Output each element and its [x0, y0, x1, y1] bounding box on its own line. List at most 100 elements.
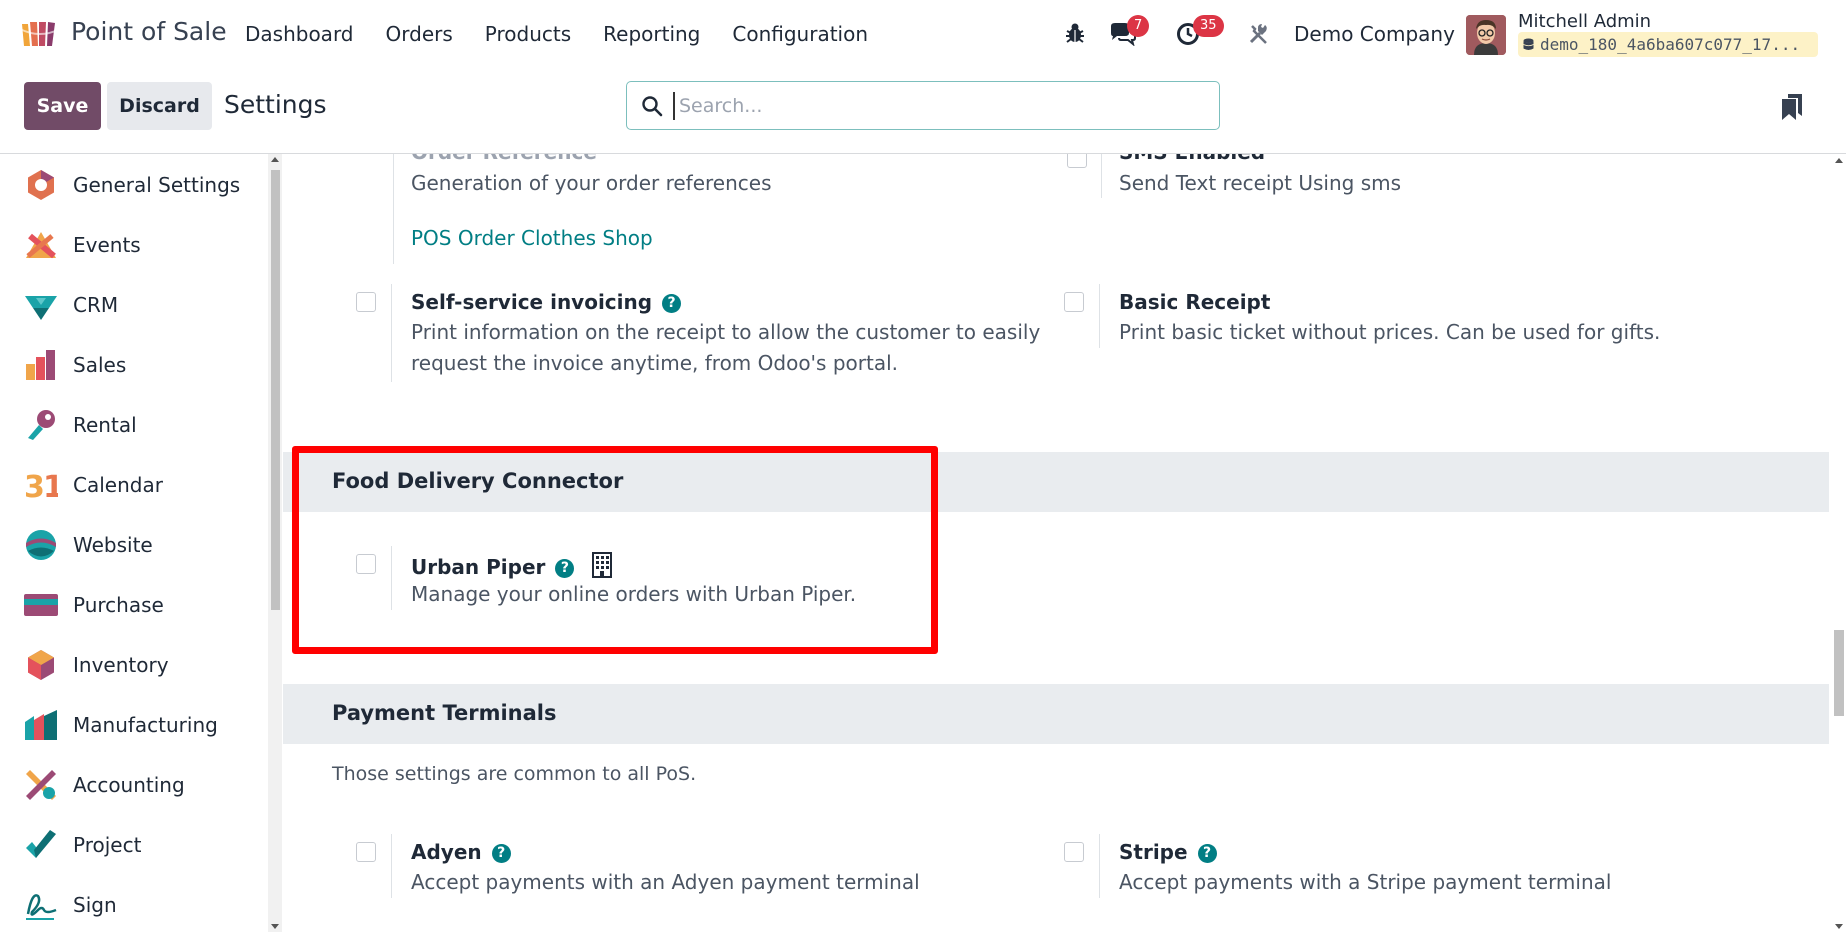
sidebar-item-label: Accounting [73, 773, 185, 797]
purchase-icon [24, 594, 58, 616]
help-icon[interactable]: ? [491, 844, 511, 863]
save-button[interactable]: Save [24, 82, 101, 130]
basic-receipt-title: Basic Receipt [1119, 290, 1271, 314]
discard-button[interactable]: Discard [107, 82, 212, 130]
sidebar-item-crm[interactable]: CRM [0, 275, 268, 335]
menu-orders[interactable]: Orders [386, 22, 453, 46]
sidebar-item-general-settings[interactable]: General Settings [0, 155, 268, 215]
sidebar-item-inventory[interactable]: Inventory [0, 635, 268, 695]
stripe-checkbox[interactable] [1064, 842, 1084, 862]
bookmark-icon[interactable] [1782, 94, 1802, 120]
search-icon [642, 96, 663, 117]
content-scrollbar[interactable] [1832, 154, 1846, 932]
settings-sidebar: General Settings Events CRM Sales Rental… [0, 154, 282, 932]
sms-enabled-checkbox[interactable] [1067, 154, 1087, 168]
events-icon [26, 232, 56, 259]
self-service-invoicing-label: Self-service invoicing [411, 290, 653, 314]
sidebar-item-label: Inventory [73, 653, 169, 677]
crm-icon [25, 296, 57, 320]
urban-piper-checkbox[interactable] [356, 554, 376, 574]
adyen-checkbox[interactable] [356, 842, 376, 862]
help-icon[interactable]: ? [1197, 844, 1217, 863]
app-menu-icon[interactable] [20, 20, 60, 48]
sidebar-item-label: Calendar [73, 473, 163, 497]
project-icon [26, 830, 56, 858]
urban-piper-desc: Manage your online orders with Urban Pip… [411, 582, 857, 606]
website-icon [26, 530, 56, 560]
messages-count-badge: 7 [1127, 15, 1150, 37]
sidebar-item-label: General Settings [73, 173, 241, 197]
calendar-icon: 3 1 [24, 470, 58, 502]
sidebar-item-accounting[interactable]: Accounting [0, 755, 268, 815]
debug-bug-icon[interactable] [1064, 22, 1086, 44]
sidebar-item-label: Events [73, 233, 141, 257]
search-input[interactable] [673, 92, 1203, 120]
general-settings-icon [28, 170, 54, 200]
pos-order-clothes-shop-link[interactable]: POS Order Clothes Shop [411, 226, 653, 250]
adyen-desc: Accept payments with an Adyen payment te… [411, 870, 920, 894]
setting-divider [1099, 834, 1100, 898]
food-delivery-section-header: Food Delivery Connector [283, 452, 1829, 512]
sidebar-scrollbar-thumb[interactable] [271, 170, 280, 610]
top-navbar: Point of Sale Dashboard Orders Products … [0, 0, 1846, 68]
basic-receipt-desc: Print basic ticket without prices. Can b… [1119, 320, 1661, 344]
sidebar-item-purchase[interactable]: Purchase [0, 575, 268, 635]
content-scroll-down-arrow[interactable] [1835, 924, 1843, 929]
sidebar-item-label: Manufacturing [73, 713, 218, 737]
user-name[interactable]: Mitchell Admin [1518, 11, 1651, 32]
tools-icon[interactable] [1248, 23, 1270, 45]
setting-divider [391, 546, 392, 610]
sidebar-item-sign[interactable]: Sign [0, 875, 268, 932]
sidebar-item-rental[interactable]: Rental [0, 395, 268, 455]
user-avatar[interactable] [1466, 15, 1506, 55]
inventory-icon [28, 650, 54, 680]
sidebar-item-website[interactable]: Website [0, 515, 268, 575]
menu-products[interactable]: Products [485, 22, 571, 46]
food-delivery-section-title: Food Delivery Connector [332, 469, 624, 493]
stripe-desc: Accept payments with a Stripe payment te… [1119, 870, 1612, 894]
sidebar-item-events[interactable]: Events [0, 215, 268, 275]
menu-dashboard[interactable]: Dashboard [245, 22, 354, 46]
content-scrollbar-thumb[interactable] [1834, 630, 1844, 716]
database-icon [1523, 38, 1534, 50]
setting-divider [391, 834, 392, 898]
main-menu: Dashboard Orders Products Reporting Conf… [245, 22, 900, 46]
menu-reporting[interactable]: Reporting [603, 22, 700, 46]
manufacturing-icon [25, 710, 57, 740]
payment-terminals-section-title: Payment Terminals [332, 701, 557, 725]
adyen-label: Adyen [411, 840, 482, 864]
self-service-invoicing-checkbox[interactable] [356, 292, 376, 312]
app-name[interactable]: Point of Sale [71, 17, 227, 46]
content-scroll-up-arrow[interactable] [1835, 158, 1843, 163]
setting-divider [1099, 284, 1100, 348]
adyen-title: Adyen? [411, 840, 511, 864]
sidebar-item-label: CRM [73, 293, 119, 317]
sidebar-item-label: Rental [73, 413, 137, 437]
menu-configuration[interactable]: Configuration [732, 22, 868, 46]
rental-icon [28, 410, 55, 440]
sidebar-scroll-down-arrow[interactable] [271, 924, 279, 929]
sidebar-item-label: Purchase [73, 593, 164, 617]
help-icon[interactable]: ? [662, 294, 682, 313]
company-building-icon [592, 552, 613, 578]
sidebar-item-manufacturing[interactable]: Manufacturing [0, 695, 268, 755]
sidebar-item-label: Website [73, 533, 153, 557]
search-box[interactable] [626, 81, 1220, 130]
sidebar-scroll-up-arrow[interactable] [271, 157, 279, 162]
sales-icon [26, 350, 55, 380]
order-reference-desc: Generation of your order references [411, 171, 772, 195]
sidebar-item-sales[interactable]: Sales [0, 335, 268, 395]
basic-receipt-checkbox[interactable] [1064, 292, 1084, 312]
company-switcher[interactable]: Demo Company [1294, 22, 1455, 46]
help-icon[interactable]: ? [555, 559, 575, 578]
sidebar-item-project[interactable]: Project [0, 815, 268, 875]
payment-terminals-note: Those settings are common to all PoS. [332, 763, 697, 785]
sidebar-item-calendar[interactable]: 3 1 Calendar [0, 455, 268, 515]
payment-terminals-section-header: Payment Terminals [283, 684, 1829, 744]
sidebar-item-label: Sign [73, 893, 117, 917]
svg-text:3: 3 [24, 470, 45, 502]
setting-divider [391, 284, 392, 382]
stripe-label: Stripe [1119, 840, 1188, 864]
sms-enabled-desc: Send Text receipt Using sms [1119, 171, 1402, 195]
self-service-invoicing-title: Self-service invoicing? [411, 290, 682, 314]
